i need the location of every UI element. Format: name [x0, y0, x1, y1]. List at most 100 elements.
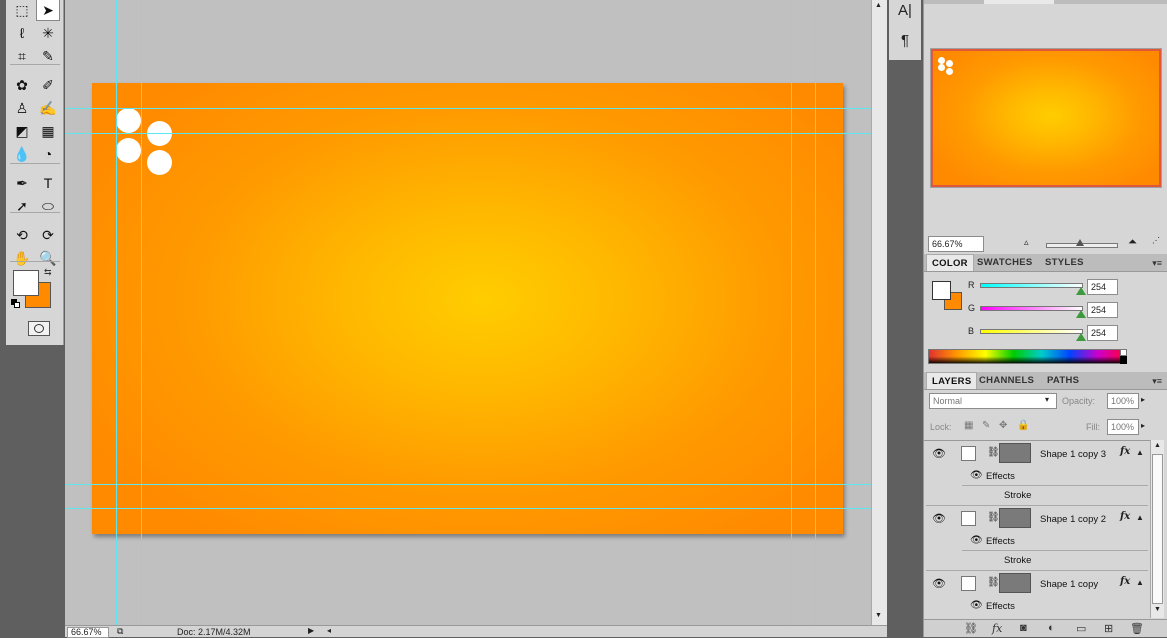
fx-icon[interactable]: fx [1120, 446, 1130, 457]
tab-paths[interactable]: PATHS [1042, 372, 1084, 389]
navigator-zoom-field[interactable]: 66.67% [928, 236, 984, 252]
adjustment-layer-icon[interactable]: ◐ [1048, 622, 1055, 634]
default-colors-icon[interactable] [11, 299, 21, 309]
status-arrow-icon[interactable]: ▶ [308, 626, 314, 635]
lock-all-icon[interactable]: 🔒 [1017, 420, 1029, 431]
visibility-eye-icon[interactable]: 👁 [932, 512, 946, 525]
lasso-tool-icon[interactable]: ℓ [10, 22, 34, 44]
guide-line[interactable] [116, 0, 117, 625]
spectrum-black[interactable] [1120, 356, 1127, 364]
status-menu-icon[interactable]: ⧉ [117, 626, 123, 637]
channel-g-slider[interactable] [980, 306, 1083, 311]
tab-channels[interactable]: CHANNELS [974, 372, 1039, 389]
layer-name[interactable]: Shape 1 copy [1040, 579, 1098, 590]
swap-colors-icon[interactable]: ⇆ [44, 267, 52, 278]
layer-row[interactable]: 👁 ⛓ Shape 1 copy 2 fx ▲ 👁 Effects Stroke [926, 506, 1148, 571]
new-group-icon[interactable]: ▭ [1076, 622, 1086, 635]
tab-swatches[interactable]: SWATCHES [972, 254, 1038, 271]
ellipse-tool-icon[interactable]: ⬭ [36, 195, 60, 217]
channel-r-slider[interactable] [980, 283, 1083, 288]
channel-g-thumb[interactable] [1076, 310, 1086, 318]
fill-field[interactable]: 100% [1107, 419, 1139, 435]
scroll-up-icon[interactable]: ▲ [875, 2, 882, 9]
channel-b-slider[interactable] [980, 329, 1083, 334]
layers-scroll-up-icon[interactable]: ▲ [1154, 442, 1161, 449]
marquee-tool-icon[interactable]: ⬚ [10, 0, 34, 21]
layers-menu-icon[interactable]: ▾≡ [1152, 376, 1162, 387]
path-selection-tool-icon[interactable]: ➚ [10, 195, 34, 217]
quick-mask-icon[interactable] [28, 321, 50, 336]
circle-shape[interactable] [147, 150, 172, 175]
tab-layers[interactable]: LAYERS [926, 372, 978, 389]
link-icon[interactable]: ⛓ [987, 512, 1000, 523]
dodge-tool-icon[interactable]: ◔ [36, 143, 60, 165]
guide-line[interactable] [65, 484, 871, 485]
paragraph-icon[interactable]: ¶ [889, 32, 921, 49]
zoom-out-icon[interactable]: ▵ [1024, 237, 1029, 248]
canvas-vertical-scrollbar[interactable]: ▲ ▼ [871, 0, 887, 625]
history-brush-tool-icon[interactable]: ✍ [36, 97, 60, 119]
navigator-preview[interactable] [930, 48, 1162, 188]
fx-icon[interactable]: fx [1120, 511, 1130, 522]
channel-b-value[interactable]: 254 [1087, 325, 1118, 341]
navigator-image[interactable] [931, 49, 1161, 187]
clone-stamp-tool-icon[interactable]: ♙ [10, 97, 34, 119]
panel-menu-icon[interactable]: ▾≡ [1152, 258, 1162, 269]
layer-row[interactable]: 👁 ⛓ Shape 1 copy 3 fx ▲ 👁 Effects Stroke [926, 441, 1148, 506]
delete-layer-icon[interactable]: 🗑 [1130, 622, 1144, 635]
effects-eye-icon[interactable]: 👁 [970, 535, 983, 546]
lock-transparency-icon[interactable]: ▦ [964, 420, 973, 431]
circle-shape[interactable] [116, 138, 141, 163]
visibility-eye-icon[interactable]: 👁 [932, 447, 946, 460]
new-layer-icon[interactable]: ⊞ [1104, 622, 1113, 635]
hand-tool-icon[interactable]: ✋ [10, 247, 34, 269]
fx-icon[interactable]: fx [1120, 576, 1130, 587]
spectrum-white[interactable] [1120, 349, 1127, 356]
expand-effects-icon[interactable]: ▲ [1136, 448, 1144, 457]
guide-line[interactable] [65, 508, 871, 509]
tab-styles[interactable]: STYLES [1040, 254, 1089, 271]
3d-orbit-tool-icon[interactable]: ⟳ [36, 224, 60, 246]
effects-eye-icon[interactable]: 👁 [970, 470, 983, 481]
link-icon[interactable]: ⛓ [987, 447, 1000, 458]
expand-effects-icon[interactable]: ▲ [1136, 578, 1144, 587]
fill-arrow-icon[interactable]: ▸ [1141, 421, 1145, 430]
channel-r-value[interactable]: 254 [1087, 279, 1118, 295]
blend-mode-select[interactable]: Normal [929, 393, 1057, 409]
guide-line[interactable] [791, 0, 792, 625]
effects-eye-icon[interactable]: 👁 [970, 600, 983, 611]
layers-scroll-down-icon[interactable]: ▼ [1154, 606, 1161, 613]
gradient-tool-icon[interactable]: ▦ [36, 120, 60, 142]
add-mask-icon[interactable]: ◙ [1020, 622, 1027, 634]
scroll-left-icon[interactable]: ◂ [327, 626, 331, 635]
canvas-area[interactable] [65, 0, 871, 625]
guide-line[interactable] [65, 108, 871, 109]
expand-effects-icon[interactable]: ▲ [1136, 513, 1144, 522]
guide-line[interactable] [65, 133, 871, 134]
layers-scrollbar[interactable]: ▲ ▼ [1150, 440, 1164, 618]
channel-r-thumb[interactable] [1076, 287, 1086, 295]
foreground-color-swatch-front[interactable] [13, 270, 39, 296]
panel-resize-icon[interactable]: ⋰ [1152, 236, 1160, 245]
lock-position-icon[interactable]: ✥ [999, 420, 1007, 431]
spot-healing-tool-icon[interactable]: ✿ [10, 74, 34, 96]
channel-g-value[interactable]: 254 [1087, 302, 1118, 318]
add-style-icon[interactable]: fx [992, 622, 1002, 635]
document-canvas[interactable] [92, 83, 843, 534]
type-tool-icon[interactable]: T [36, 172, 60, 194]
move-tool-icon[interactable]: ➤ [36, 0, 60, 21]
visibility-eye-icon[interactable]: 👁 [932, 577, 946, 590]
zoom-field[interactable]: 66.67% [67, 627, 109, 638]
navigator-slider-thumb[interactable] [1076, 239, 1084, 246]
zoom-tool-icon[interactable]: 🔍 [36, 247, 60, 269]
opacity-arrow-icon[interactable]: ▸ [1141, 395, 1145, 404]
brush-tool-icon[interactable]: ✐ [36, 74, 60, 96]
link-layers-icon[interactable]: ⛓ [964, 622, 978, 635]
layers-scroll-thumb[interactable] [1152, 454, 1163, 604]
pen-tool-icon[interactable]: ✒ [10, 172, 34, 194]
tab-color[interactable]: COLOR [926, 254, 974, 271]
character-icon[interactable]: A| [889, 2, 921, 19]
opacity-field[interactable]: 100% [1107, 393, 1139, 409]
channel-b-thumb[interactable] [1076, 333, 1086, 341]
guide-line[interactable] [815, 0, 816, 625]
